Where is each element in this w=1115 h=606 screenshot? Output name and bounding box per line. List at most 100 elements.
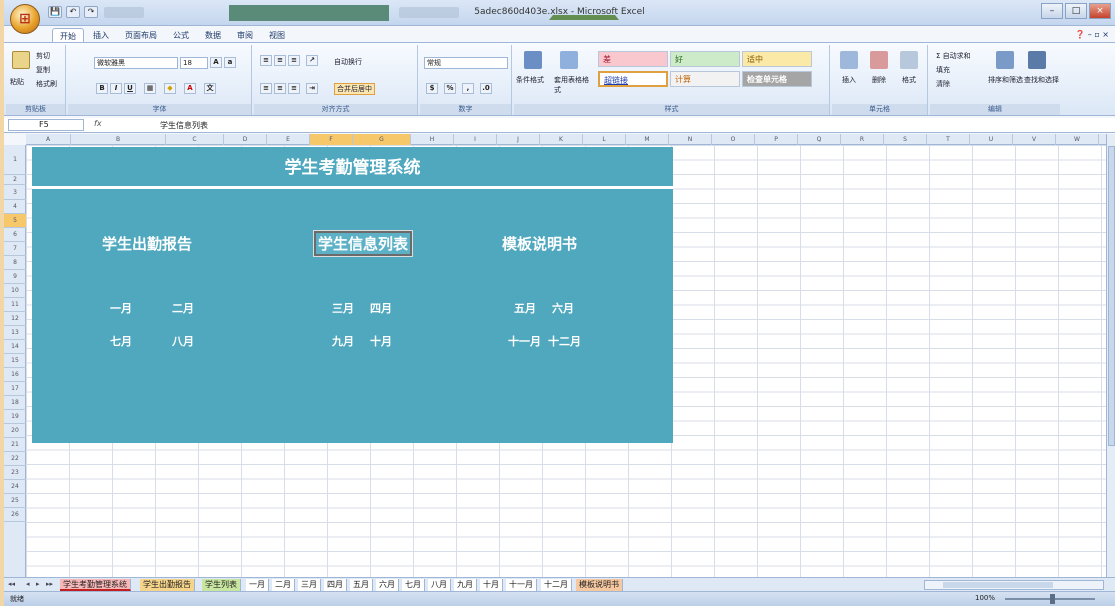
conditional-format-button[interactable]: 条件格式	[516, 75, 544, 85]
insert-cells-button[interactable]: 插入	[842, 75, 856, 85]
sheet-tab-13[interactable]: 十月	[480, 579, 503, 591]
style-bad[interactable]: 差	[598, 51, 668, 67]
month-apr-link[interactable]: 四月	[370, 300, 392, 316]
sheet-tab-7[interactable]: 四月	[324, 579, 347, 591]
column-header-f[interactable]: F	[310, 134, 353, 145]
column-header-l[interactable]: L	[583, 134, 626, 145]
currency-icon[interactable]: $	[426, 83, 438, 94]
row-header-7[interactable]: 7	[4, 242, 26, 256]
align-middle-icon[interactable]: ≡	[274, 55, 286, 66]
table-format-button[interactable]: 套用表格格式	[554, 75, 594, 95]
shrink-font-icon[interactable]: a	[224, 57, 236, 68]
format-cells-button[interactable]: 格式	[902, 75, 916, 85]
horizontal-scrollbar[interactable]	[924, 580, 1104, 590]
underline-button[interactable]: U	[124, 83, 136, 94]
column-header-v[interactable]: V	[1013, 134, 1056, 145]
row-header-2[interactable]: 2	[4, 175, 26, 185]
percent-icon[interactable]: %	[444, 83, 456, 94]
horizontal-scroll-thumb[interactable]	[943, 582, 1053, 588]
sheet-tab-12[interactable]: 九月	[454, 579, 477, 591]
minimize-button[interactable]: –	[1041, 3, 1063, 19]
row-header-25[interactable]: 25	[4, 494, 26, 508]
align-top-icon[interactable]: ≡	[260, 55, 272, 66]
row-header-13[interactable]: 13	[4, 326, 26, 340]
month-sep-link[interactable]: 九月	[332, 333, 354, 349]
month-aug-link[interactable]: 八月	[172, 333, 194, 349]
sheet-tab-16[interactable]: 模板说明书	[576, 579, 623, 591]
row-header-17[interactable]: 17	[4, 382, 26, 396]
column-header-e[interactable]: E	[267, 134, 310, 145]
column-header-h[interactable]: H	[411, 134, 454, 145]
help-icon[interactable]: ❓ – ▫ ×	[1075, 30, 1109, 39]
style-calc[interactable]: 计算	[670, 71, 740, 87]
borders-icon[interactable]: ▦	[144, 83, 156, 94]
autosum-button[interactable]: Σ 自动求和	[936, 51, 971, 61]
row-header-20[interactable]: 20	[4, 424, 26, 438]
bold-button[interactable]: B	[96, 83, 108, 94]
column-header-o[interactable]: O	[712, 134, 755, 145]
column-header-p[interactable]: P	[755, 134, 798, 145]
comma-icon[interactable]: ,	[462, 83, 474, 94]
paste-icon[interactable]	[12, 51, 30, 69]
attendance-report-link[interactable]: 学生出勤报告	[102, 233, 192, 254]
sheet-tab-3[interactable]: 学生列表	[202, 579, 241, 591]
column-header-g[interactable]: G	[353, 134, 411, 145]
prev-sheet-icon[interactable]: ◂	[26, 580, 30, 588]
style-neutral[interactable]: 适中	[742, 51, 812, 67]
row-header-11[interactable]: 11	[4, 298, 26, 312]
format-painter-button[interactable]: 格式刷	[36, 79, 57, 89]
sheet-tab-6[interactable]: 三月	[298, 579, 321, 591]
month-jun-link[interactable]: 六月	[552, 300, 574, 316]
sheet-tab-2[interactable]: 学生出勤报告	[140, 579, 195, 591]
month-nov-link[interactable]: 十一月	[508, 333, 541, 349]
conditional-format-icon[interactable]	[524, 51, 542, 69]
row-header-10[interactable]: 10	[4, 284, 26, 298]
style-hyperlink[interactable]: 超链接	[598, 71, 668, 87]
row-header-4[interactable]: 4	[4, 200, 26, 214]
month-jul-link[interactable]: 七月	[110, 333, 132, 349]
row-header-16[interactable]: 16	[4, 368, 26, 382]
zoom-slider-knob[interactable]	[1050, 594, 1055, 604]
vertical-scroll-thumb[interactable]	[1108, 146, 1115, 446]
row-header-15[interactable]: 15	[4, 354, 26, 368]
row-header-22[interactable]: 22	[4, 452, 26, 466]
copy-button[interactable]: 复制	[36, 65, 50, 75]
column-header-b[interactable]: B	[71, 134, 166, 145]
font-size-select[interactable]: 18	[180, 57, 208, 69]
table-format-icon[interactable]	[560, 51, 578, 69]
sheet-tab-4[interactable]: 一月	[246, 579, 269, 591]
row-header-12[interactable]: 12	[4, 312, 26, 326]
format-cells-icon[interactable]	[900, 51, 918, 69]
orientation-icon[interactable]: ↗	[306, 55, 318, 66]
vertical-scrollbar[interactable]	[1106, 134, 1115, 577]
row-header-5[interactable]: 5	[4, 214, 26, 228]
row-header-26[interactable]: 26	[4, 508, 26, 522]
student-list-link[interactable]: 学生信息列表	[312, 230, 414, 257]
clear-button[interactable]: 清除	[936, 79, 950, 89]
cut-button[interactable]: 剪切	[36, 51, 50, 61]
sheet-tab-5[interactable]: 二月	[272, 579, 295, 591]
sheet-tab-1[interactable]: 学生考勤管理系统	[60, 579, 131, 591]
column-header-r[interactable]: R	[841, 134, 884, 145]
font-color-icon[interactable]: A	[184, 83, 196, 94]
template-guide-link[interactable]: 模板说明书	[502, 233, 577, 254]
column-header-c[interactable]: C	[166, 134, 224, 145]
month-dec-link[interactable]: 十二月	[548, 333, 581, 349]
column-header-u[interactable]: U	[970, 134, 1013, 145]
align-center-icon[interactable]: ≡	[274, 83, 286, 94]
row-header-18[interactable]: 18	[4, 396, 26, 410]
next-sheet-icon[interactable]: ▸	[36, 580, 40, 588]
sheet-tab-9[interactable]: 六月	[376, 579, 399, 591]
sheet-tab-14[interactable]: 十一月	[506, 579, 537, 591]
column-header-a[interactable]: A	[26, 134, 71, 145]
delete-cells-button[interactable]: 删除	[872, 75, 886, 85]
sheet-tab-8[interactable]: 五月	[350, 579, 373, 591]
first-sheet-icon[interactable]: ◂◂	[8, 580, 15, 588]
column-header-m[interactable]: M	[626, 134, 669, 145]
office-button[interactable]: ⊞	[10, 4, 40, 34]
row-header-8[interactable]: 8	[4, 256, 26, 270]
align-bottom-icon[interactable]: ≡	[288, 55, 300, 66]
month-mar-link[interactable]: 三月	[332, 300, 354, 316]
worksheet-grid[interactable]: 学生考勤管理系统 学生出勤报告 学生信息列表 模板说明书 一月 二月 三月 四月…	[26, 145, 1106, 577]
insert-cells-icon[interactable]	[840, 51, 858, 69]
